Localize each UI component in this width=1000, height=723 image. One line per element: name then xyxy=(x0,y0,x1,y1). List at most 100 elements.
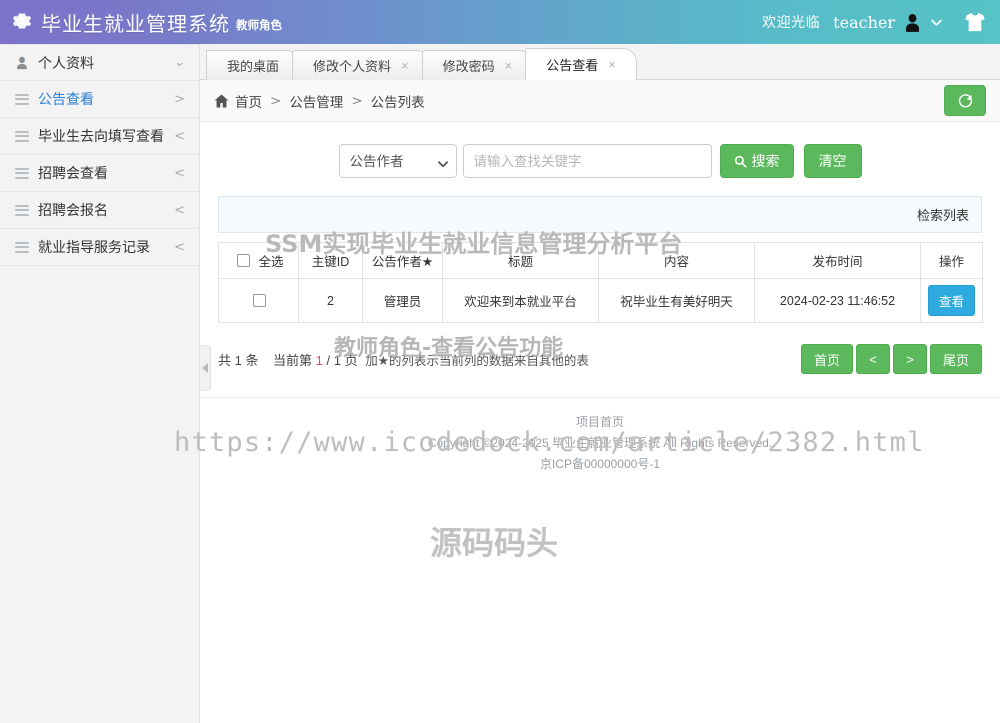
app-title: 毕业生就业管理系统 xyxy=(41,11,230,36)
announcement-table: 全选 主键ID 公告作者★ 标题 内容 发布时间 操作 2 管理员 欢迎来到本就… xyxy=(218,242,983,323)
next-page-button[interactable]: > xyxy=(892,344,927,374)
copyright-text: Copyright ©2024-2025 毕业生就业管理系统 All Right… xyxy=(427,436,773,450)
chevron-down-icon: ⌄ xyxy=(174,55,185,70)
top-header: 毕业生就业管理系统 教师角色 欢迎光临 teacher xyxy=(0,0,1000,44)
sidebar-item-label: 个人资料 xyxy=(38,54,94,71)
bars-icon xyxy=(14,128,30,144)
refresh-button[interactable] xyxy=(944,85,986,116)
close-icon[interactable]: × xyxy=(608,58,616,71)
breadcrumb: 首页 > 公告管理 > 公告列表 xyxy=(214,91,425,111)
chevron-left-icon: < xyxy=(174,128,185,144)
pagination: 共 1 条 当前第 1 / 1 页 加★的列表示当前列的数据来自其他的表 首页 … xyxy=(218,343,982,375)
total-count: 1 xyxy=(234,352,242,368)
table-wrapper: 全选 主键ID 公告作者★ 标题 内容 发布时间 操作 2 管理员 欢迎来到本就… xyxy=(218,242,983,323)
tab-label: 公告查看 xyxy=(546,58,599,73)
cell-title: 欢迎来到本就业平台 xyxy=(442,278,599,323)
column-content: 内容 xyxy=(598,242,755,279)
search-button-label: 搜索 xyxy=(751,153,780,169)
icp-text: 京ICP备00000000号-1 xyxy=(539,457,661,471)
sidebar-collapse-handle[interactable] xyxy=(200,345,211,391)
close-icon[interactable]: × xyxy=(505,59,513,72)
sidebar-item-career-service-records[interactable]: 就业指导服务记录 < xyxy=(0,229,199,266)
user-avatar-icon[interactable] xyxy=(904,13,921,32)
pagination-summary: 共 1 条 当前第 1 / 1 页 加★的列表示当前列的数据来自其他的表 xyxy=(218,350,589,369)
sidebar-item-announcements[interactable]: 公告查看 > xyxy=(0,81,199,118)
cell-author: 管理员 xyxy=(362,278,443,323)
tab-my-desktop[interactable]: 我的桌面 xyxy=(206,50,301,80)
breadcrumb-separator: > xyxy=(270,92,282,109)
select-all-checkbox[interactable] xyxy=(237,254,251,267)
cell-id: 2 xyxy=(298,278,363,323)
breadcrumb-separator: > xyxy=(351,92,363,109)
page-footer: 项目首页 Copyright ©2024-2025 毕业生就业管理系统 All … xyxy=(200,397,1000,475)
chevron-down-icon[interactable] xyxy=(930,16,943,29)
total-suffix: 条 xyxy=(245,352,259,368)
column-select-all: 全选 xyxy=(218,242,299,279)
cell-publish-time: 2024-02-23 11:46:52 xyxy=(754,278,921,323)
search-button[interactable]: 搜索 xyxy=(719,144,794,178)
role-badge: 教师角色 xyxy=(236,19,282,32)
home-icon xyxy=(214,94,229,108)
bars-icon xyxy=(14,202,30,218)
main-content: 我的桌面 修改个人资料 × 修改密码 × 公告查看 × 首页 > 公告管理 > … xyxy=(200,44,1000,723)
column-actions: 操作 xyxy=(920,242,983,279)
prev-page-button[interactable]: < xyxy=(855,344,890,374)
user-icon xyxy=(14,56,30,70)
clear-button-label: 清空 xyxy=(818,153,847,169)
first-page-button[interactable]: 首页 xyxy=(800,344,853,374)
sidebar-item-profile[interactable]: 个人资料 ⌄ xyxy=(0,44,199,81)
bars-icon xyxy=(14,91,30,107)
cell-content: 祝毕业生有美好明天 xyxy=(598,278,755,323)
chevron-left-icon: < xyxy=(174,239,185,255)
chevron-left-icon: < xyxy=(174,202,185,218)
column-id: 主键ID xyxy=(298,242,363,279)
tab-label: 修改个人资料 xyxy=(313,59,392,74)
sidebar-item-jobfair-signup[interactable]: 招聘会报名 < xyxy=(0,192,199,229)
search-input[interactable] xyxy=(462,144,712,178)
row-checkbox[interactable] xyxy=(252,293,266,307)
column-publish-time: 发布时间 xyxy=(754,242,921,279)
select-all-label: 全选 xyxy=(258,255,284,269)
search-toolbar: 公告作者 搜索 清空 xyxy=(200,122,1000,196)
header-user-area: 欢迎光临 teacher xyxy=(762,12,1000,32)
panel-header: 检索列表 xyxy=(219,197,981,232)
close-icon[interactable]: × xyxy=(401,59,409,72)
gear-icon xyxy=(12,11,32,31)
sidebar-item-graduate-destination[interactable]: 毕业生去向填写查看 < xyxy=(0,118,199,155)
user-name: teacher xyxy=(833,12,895,32)
tab-announcement-view[interactable]: 公告查看 × xyxy=(525,48,637,80)
breadcrumb-item-announcement-list: 公告列表 xyxy=(370,94,425,110)
column-title: 标题 xyxy=(442,242,599,279)
breadcrumb-item-home[interactable]: 首页 xyxy=(235,91,262,111)
sidebar-item-jobfair-view[interactable]: 招聘会查看 < xyxy=(0,155,199,192)
sidebar: 个人资料 ⌄ 公告查看 > 毕业生去向填写查看 < 招聘会查看 < 招聘会报名 … xyxy=(0,44,200,723)
clear-button[interactable]: 清空 xyxy=(803,144,862,178)
breadcrumb-item-announcement-mgmt[interactable]: 公告管理 xyxy=(289,91,343,111)
bars-icon xyxy=(14,239,30,255)
last-page-button[interactable]: 尾页 xyxy=(929,344,982,374)
search-field-select-wrap: 公告作者 xyxy=(338,144,457,178)
total-prefix: 共 xyxy=(218,352,232,368)
tab-bar: 我的桌面 修改个人资料 × 修改密码 × 公告查看 × xyxy=(200,44,1000,80)
table-row: 2 管理员 欢迎来到本就业平台 祝毕业生有美好明天 2024-02-23 11:… xyxy=(218,278,983,323)
tab-edit-profile[interactable]: 修改个人资料 × xyxy=(292,50,430,80)
tab-label: 修改密码 xyxy=(442,59,495,74)
sidebar-item-label: 公告查看 xyxy=(38,91,94,107)
brand: 毕业生就业管理系统 教师角色 xyxy=(0,11,282,34)
view-button[interactable]: 查看 xyxy=(927,285,975,316)
tshirt-icon[interactable] xyxy=(964,12,986,32)
sidebar-item-label: 就业指导服务记录 xyxy=(38,239,150,255)
list-panel: 检索列表 xyxy=(218,196,982,233)
current-prefix: 当前第 xyxy=(272,352,312,368)
table-header-row: 全选 主键ID 公告作者★ 标题 内容 发布时间 操作 xyxy=(218,242,983,279)
pagination-buttons: 首页 < > 尾页 xyxy=(800,344,982,374)
tab-change-password[interactable]: 修改密码 × xyxy=(421,50,534,80)
cell-actions: 查看 xyxy=(920,278,983,323)
search-field-select[interactable]: 公告作者 xyxy=(338,144,457,178)
app-root: 毕业生就业管理系统 教师角色 欢迎光临 teacher 个人资料 ⌄ 公告查看 … xyxy=(0,0,1000,723)
page-suffix: 页 xyxy=(344,352,358,368)
current-page: 1 xyxy=(315,352,323,368)
project-home-link[interactable]: 项目首页 xyxy=(576,415,624,429)
sidebar-item-label: 毕业生去向填写查看 xyxy=(38,128,164,144)
row-select-cell xyxy=(218,278,299,323)
